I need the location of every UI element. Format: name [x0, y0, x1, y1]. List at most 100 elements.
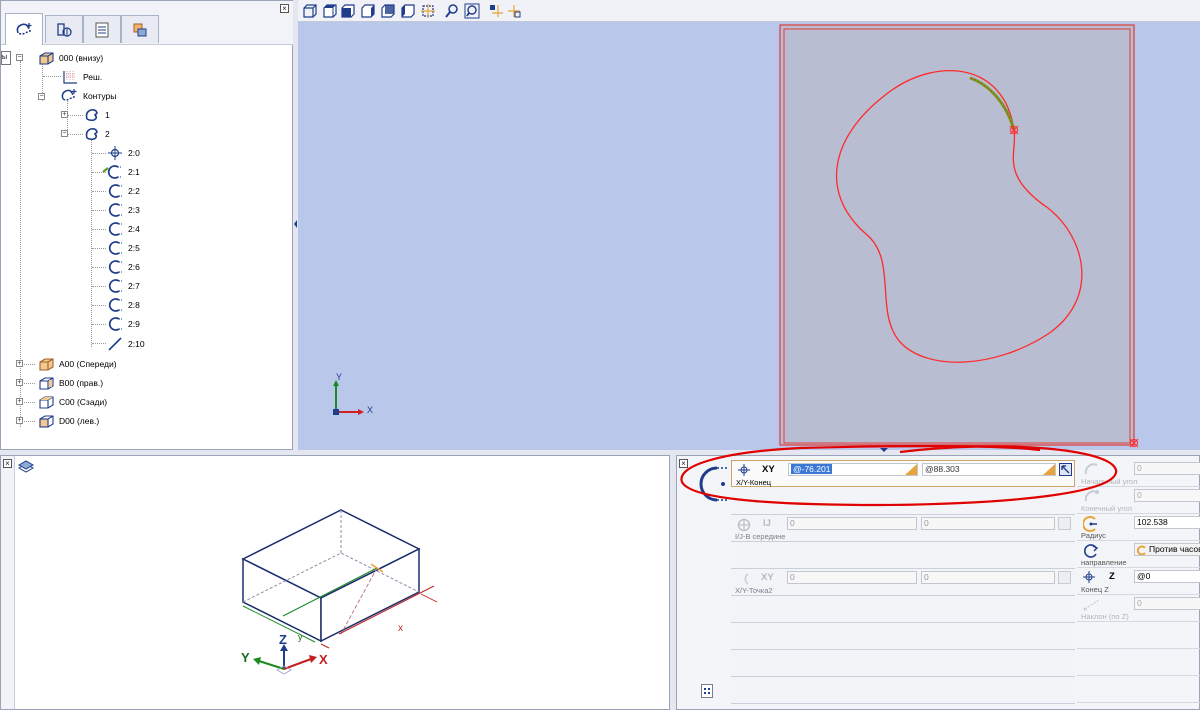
param-end-z[interactable]: Z @0 Конец Z: [1077, 568, 1200, 595]
ij-i-input[interactable]: 0: [787, 517, 917, 530]
contour-tree-panel: × ы − 000 (внизу) Реш. − Контуры + 1 − 2…: [0, 0, 294, 450]
tree-item-c00[interactable]: C00 (Сзади): [37, 393, 107, 411]
xy2-y-input[interactable]: 0: [921, 571, 1055, 584]
param-row-xy-end[interactable]: XY @-76.201 @88.303 X/Y-Конец: [731, 460, 1075, 487]
tree-item-label: D00 (лев.): [59, 416, 100, 426]
zoom-button[interactable]: [444, 3, 460, 19]
tree-item-2-2[interactable]: 2:2: [106, 182, 140, 200]
contour-icon: [85, 128, 98, 141]
view-left-button[interactable]: [400, 3, 416, 19]
start-angle-input[interactable]: 0: [1134, 462, 1200, 475]
param-direction[interactable]: Против часов направление: [1077, 541, 1200, 568]
layer-toggle-icon[interactable]: [17, 459, 35, 475]
param-row-ij-mid[interactable]: IJ 0 0 I/J-В середине: [731, 515, 1075, 542]
origin-button[interactable]: [506, 3, 522, 19]
expander-contour-2[interactable]: −: [61, 130, 68, 137]
tree-item-contour-2[interactable]: 2: [83, 125, 110, 143]
ij-pick-button[interactable]: [1058, 517, 1071, 530]
tree-item-contour-1[interactable]: 1: [83, 106, 110, 124]
end-angle-input[interactable]: 0: [1134, 489, 1200, 502]
tree-item-b00[interactable]: B00 (прав.): [37, 374, 103, 392]
tree-item-2-1[interactable]: 2:1: [102, 163, 140, 181]
direction-dropdown[interactable]: Против часов: [1134, 543, 1200, 556]
param-row-empty-1: [731, 488, 1075, 515]
xy2-pick-button[interactable]: [1058, 571, 1071, 584]
arc-icon: [108, 317, 122, 331]
tree-item-2-10[interactable]: 2:10: [106, 335, 145, 353]
slope-z-input[interactable]: 0: [1134, 597, 1200, 610]
expander-000[interactable]: −: [16, 54, 23, 61]
tree-item-d00[interactable]: D00 (лев.): [37, 412, 99, 430]
cad-2d-viewport[interactable]: Y X: [298, 22, 1200, 453]
tree-item-2-6[interactable]: 2:6: [106, 258, 140, 276]
view-front-button[interactable]: [340, 3, 356, 19]
param-start-angle[interactable]: 0 Начальный угол: [1077, 460, 1200, 487]
snap-button[interactable]: [488, 3, 504, 19]
tree-item-a00[interactable]: A00 (Спереди): [37, 355, 117, 373]
iso-view-canvas[interactable]: [231, 504, 461, 694]
tab-contours[interactable]: [5, 13, 43, 45]
tree-item-2-3[interactable]: 2:3: [106, 201, 140, 219]
tree-item-2-9[interactable]: 2:9: [106, 315, 140, 333]
expander-contours[interactable]: −: [38, 93, 45, 100]
tab-tools[interactable]: [45, 15, 83, 43]
param-row-xy-point2[interactable]: XY 0 0 X/Y-Точка2: [731, 569, 1075, 596]
radius-label: Радиус: [1081, 531, 1106, 540]
expander-a00[interactable]: +: [16, 360, 23, 367]
param-radius[interactable]: 102.538 Радиус: [1077, 514, 1200, 541]
param-slope-z[interactable]: 0 Наклон (по Z): [1077, 595, 1200, 622]
expander-b00[interactable]: +: [16, 379, 23, 386]
arc-icon: [108, 184, 122, 198]
zoom-fit-button[interactable]: [464, 3, 480, 19]
tree-item-2-8[interactable]: 2:8: [106, 296, 140, 314]
start-angle-label: Начальный угол: [1081, 477, 1138, 486]
tree-item-2-7[interactable]: 2:7: [106, 277, 140, 295]
tab-list[interactable]: [83, 15, 121, 43]
mini-grid-button[interactable]: [701, 684, 713, 698]
tree-close-icon[interactable]: ×: [280, 4, 289, 13]
expander-contour-1[interactable]: +: [61, 111, 68, 118]
pick-point-button[interactable]: [1059, 463, 1072, 476]
view-right-button[interactable]: [360, 3, 376, 19]
tree-item-label: 2:2: [128, 186, 140, 196]
axis-y-label: Y: [336, 372, 343, 382]
expander-c00[interactable]: +: [16, 398, 23, 405]
tree-item-grid[interactable]: Реш.: [61, 68, 102, 86]
tree-item-2-5[interactable]: 2:5: [106, 239, 140, 257]
ij-j-input[interactable]: 0: [921, 517, 1055, 530]
xy-point2-label: X/Y-Точка2: [735, 586, 773, 595]
param-end-angle[interactable]: 0 Конечный угол: [1077, 487, 1200, 514]
param-row-empty-4: [731, 623, 1075, 650]
iso-close-icon[interactable]: ×: [3, 459, 12, 468]
axis-gizmo: [333, 380, 364, 415]
tree-item-contours[interactable]: Контуры: [59, 87, 116, 105]
xy-end-x-input[interactable]: @-76.201: [788, 463, 918, 476]
view-frame-button[interactable]: [420, 3, 436, 19]
tree-item-2-0[interactable]: 2:0: [106, 144, 140, 162]
cube-top-icon: [323, 4, 337, 18]
arc-icon: [108, 222, 122, 236]
tree-item-2-4[interactable]: 2:4: [106, 220, 140, 238]
view-iso-button[interactable]: [302, 3, 318, 19]
view-back-button[interactable]: [380, 3, 396, 19]
start-angle-icon: [1084, 463, 1098, 475]
tab-operations[interactable]: [121, 15, 159, 43]
view-top-button[interactable]: [322, 3, 338, 19]
tree-item-000[interactable]: 000 (внизу): [37, 49, 103, 67]
origin-icon: [508, 5, 521, 18]
tree-item-label: 2:6: [128, 262, 140, 272]
active-arc-icon: [102, 165, 121, 179]
end-z-input[interactable]: @0: [1134, 570, 1200, 583]
radius-input[interactable]: 102.538: [1134, 516, 1200, 529]
xy-end-y-input[interactable]: @88.303: [922, 463, 1056, 476]
xy-code: XY: [762, 464, 775, 475]
splitter-arrow-icon[interactable]: [880, 448, 888, 453]
list-tab-icon: [95, 22, 109, 37]
radius-icon: [1083, 516, 1097, 532]
xy2-x-input[interactable]: 0: [787, 571, 917, 584]
param-right-empty-2: [1077, 649, 1200, 676]
arc-mode-icon: [699, 466, 729, 502]
end-angle-label: Конечный угол: [1081, 504, 1133, 513]
param-row-empty-3: [731, 596, 1075, 623]
expander-d00[interactable]: +: [16, 417, 23, 424]
